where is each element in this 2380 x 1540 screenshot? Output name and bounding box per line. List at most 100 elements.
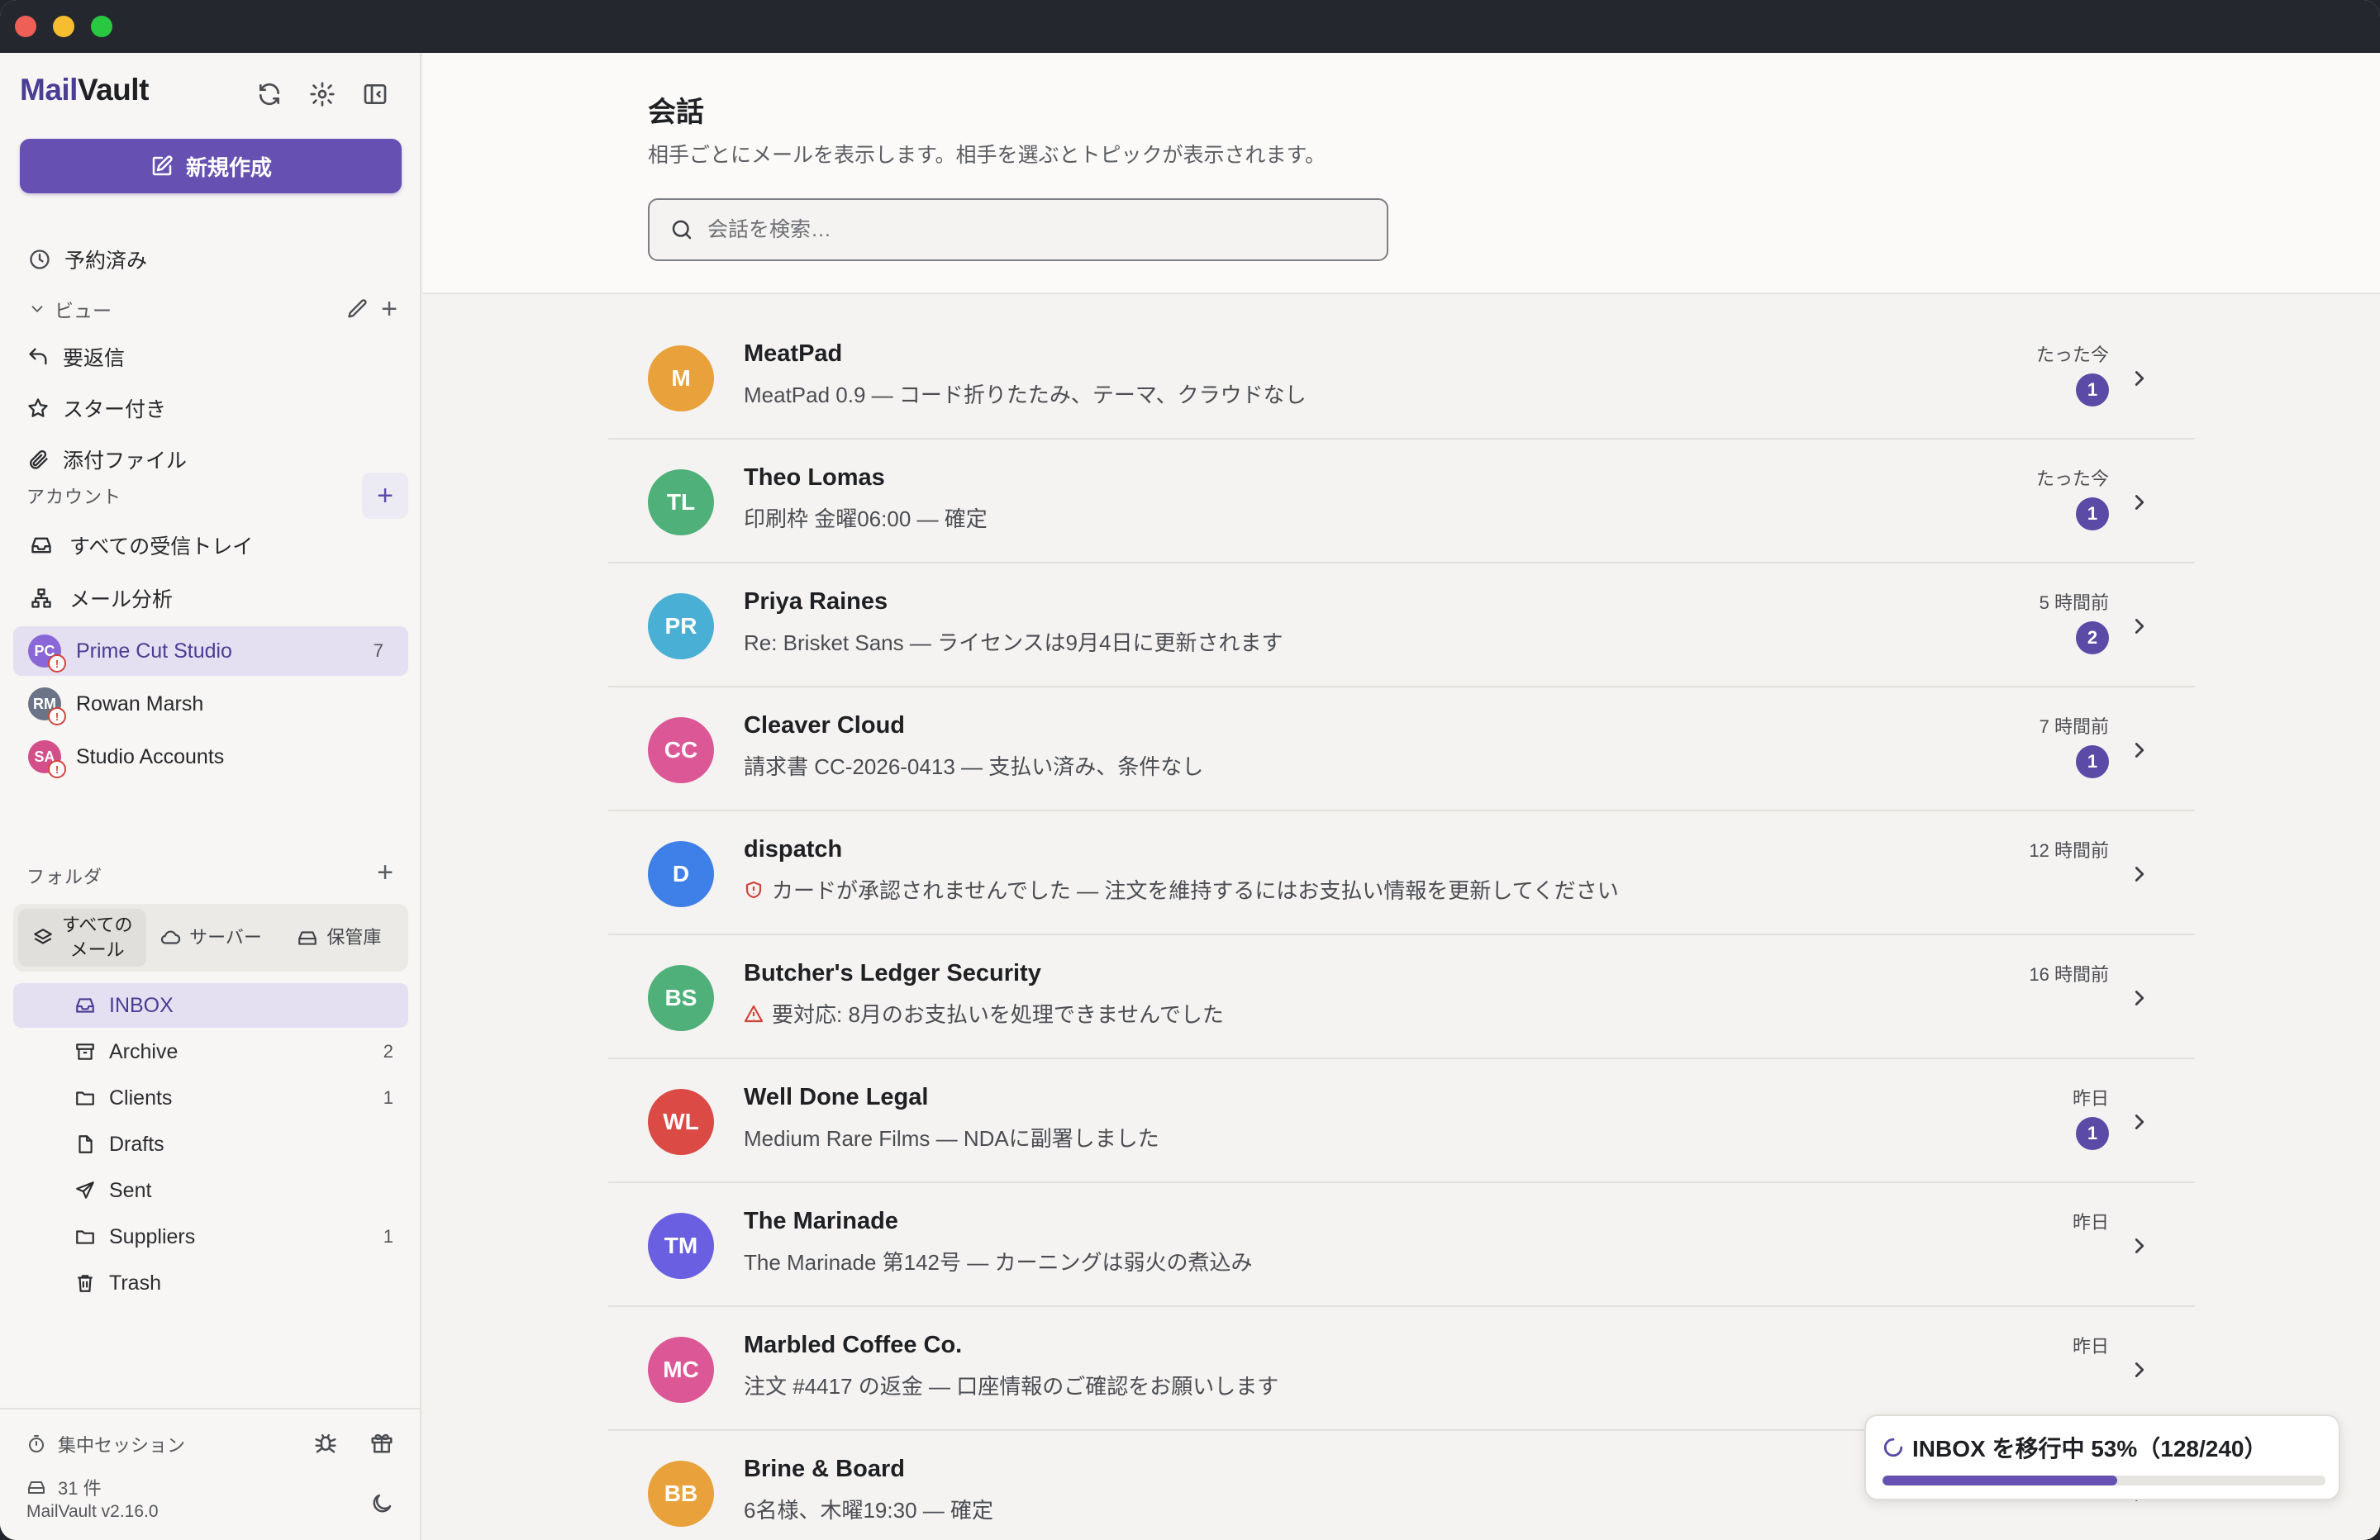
timer-icon [29, 1435, 44, 1452]
sidebar-item-account-studio-accounts[interactable]: SA! Studio Accounts [13, 732, 408, 782]
subject-line: 要対応: 8月のお支払いを処理できませんでした [744, 998, 1224, 1029]
chevron-right-icon[interactable] [2127, 486, 2152, 519]
folder-item-suppliers[interactable]: Suppliers 1 [13, 1214, 408, 1259]
add-account-button[interactable]: + [362, 473, 408, 519]
compose-label: 新規作成 [185, 154, 272, 180]
sidebar-item-all-inboxes[interactable]: すべての受信トレイ [13, 520, 408, 570]
sidebar-item-mail-analytics[interactable]: メール分析 [13, 573, 408, 623]
folder-item-trash[interactable]: Trash [13, 1261, 408, 1305]
search-box[interactable] [648, 198, 1388, 261]
avatar: BB [648, 1461, 714, 1527]
sender-name: Butcher's Ledger Security [744, 960, 1041, 986]
compose-button[interactable]: 新規作成 [20, 139, 402, 193]
sender-name: dispatch [744, 836, 843, 863]
conversation-row[interactable]: BS Butcher's Ledger Security 要対応: 8月のお支払… [608, 935, 2195, 1059]
avatar: TL [648, 469, 714, 535]
sync-button[interactable] [253, 78, 286, 111]
focus-session-button[interactable]: 集中セッション [26, 1431, 185, 1457]
conversation-row[interactable]: WL Well Done Legal Medium Rare Films — N… [608, 1059, 2195, 1183]
sender-name: Well Done Legal [744, 1084, 929, 1110]
gear-icon [310, 82, 335, 107]
avatar: RM! [28, 687, 66, 725]
segment-server[interactable]: サーバー [146, 909, 274, 967]
bug-icon [315, 1434, 336, 1453]
settings-button[interactable] [306, 78, 339, 111]
reply-icon [29, 348, 47, 365]
search-input[interactable] [707, 217, 1352, 242]
add-folder-button[interactable]: + [362, 849, 408, 896]
conversation-row[interactable]: PR Priya Raines Re: Brisket Sans — ライセンス… [608, 563, 2195, 687]
subject-line: 印刷枠 金曜06:00 — 確定 [744, 506, 988, 531]
hard-drive-icon [298, 931, 317, 945]
subject-line: 請求書 CC-2026-0413 — 支払い済み、条件なし [744, 754, 1204, 779]
unread-count: 7 [373, 640, 383, 661]
search-icon [672, 220, 692, 240]
close-window-button[interactable] [15, 16, 36, 37]
inbox-icon [76, 998, 94, 1013]
hard-drive-icon [28, 1481, 45, 1494]
conversation-row[interactable]: TL Theo Lomas 印刷枠 金曜06:00 — 確定 たった今 1 [608, 440, 2195, 563]
sender-name: Cleaver Cloud [744, 712, 905, 739]
chevron-right-icon[interactable] [2127, 1105, 2152, 1138]
sender-name: MeatPad [744, 340, 843, 367]
conversation-row[interactable]: D dispatch カードが承認されませんでした — 注文を維持するにはお支払… [608, 811, 2195, 935]
sidebar-item-needs-reply[interactable]: 要返信 [13, 332, 408, 382]
add-view-button[interactable]: + [369, 286, 410, 332]
subject-line: Medium Rare Films — NDAに副署しました [744, 1126, 1159, 1151]
gift-icon [371, 1433, 393, 1453]
timestamp: たった今 [2035, 468, 2109, 489]
folder-item-drafts[interactable]: Drafts [13, 1122, 408, 1167]
app-window: MailVault 新規作成 予約済み ビュー + 要返信 スター付き 添付ファ… [0, 0, 2380, 1540]
avatar: D [648, 841, 714, 907]
plus-icon: + [377, 479, 393, 511]
main-header: 会話 相手ごとにメールを表示します。相手を選ぶとトピックが表示されます。 [423, 53, 2380, 294]
chevron-right-icon[interactable] [2127, 982, 2152, 1015]
timestamp: たった今 [2035, 345, 2109, 365]
sidebar-footer: 集中セッション 31 件 MailVault v2.16.0 [0, 1408, 420, 1540]
folder-item-inbox[interactable]: INBOX [13, 983, 408, 1028]
avatar: PC! [28, 635, 66, 673]
folder-item-archive[interactable]: Archive 2 [13, 1029, 408, 1074]
avatar: SA! [28, 740, 66, 778]
sender-name: Brine & Board [744, 1456, 905, 1482]
folder-item-sent[interactable]: Sent [13, 1168, 408, 1213]
migration-label: INBOX を移行中 53%（128/240） [1912, 1436, 2268, 1462]
collapse-sidebar-button[interactable] [359, 78, 392, 111]
inbox-icon [31, 537, 51, 554]
dark-mode-toggle[interactable] [365, 1487, 398, 1520]
sidebar-item-scheduled[interactable]: 予約済み [13, 235, 408, 284]
zoom-window-button[interactable] [91, 16, 112, 37]
chevron-right-icon[interactable] [2127, 734, 2152, 767]
subject-line: 注文 #4417 の返金 — 口座情報のご確認をお願いします [744, 1374, 1279, 1399]
hierarchy-icon [31, 588, 51, 608]
conversation-row[interactable]: M MeatPad MeatPad 0.9 — コード折りたたみ、テーマ、クラウ… [608, 316, 2195, 440]
segment-vault[interactable]: 保管庫 [275, 909, 403, 967]
app-version: MailVault v2.16.0 [26, 1502, 159, 1521]
chevron-right-icon[interactable] [2127, 1353, 2152, 1386]
conversation-row[interactable]: CC Cleaver Cloud 請求書 CC-2026-0413 — 支払い済… [608, 687, 2195, 811]
avatar: M [648, 345, 714, 411]
conversation-row[interactable]: TM The Marinade The Marinade 第142号 — カーニ… [608, 1183, 2195, 1307]
chevron-right-icon[interactable] [2127, 362, 2152, 395]
refresh-icon [259, 83, 279, 106]
timestamp: 5 時間前 [2039, 592, 2109, 613]
sidebar-item-attachments[interactable]: 添付ファイル [13, 435, 408, 484]
chevron-right-icon[interactable] [2127, 858, 2152, 891]
subject-line: 6名様、木曜19:30 — 確定 [744, 1498, 993, 1523]
avatar: BS [648, 965, 714, 1031]
segment-all-mail[interactable]: すべての メール [18, 909, 147, 967]
minimize-window-button[interactable] [53, 16, 74, 37]
debug-button[interactable] [309, 1426, 342, 1459]
folder-item-clients[interactable]: Clients 1 [13, 1076, 408, 1120]
timestamp: 16 時間前 [2029, 964, 2109, 985]
sidebar-item-starred[interactable]: スター付き [13, 383, 408, 433]
avatar: MC [648, 1337, 714, 1403]
avatar: WL [648, 1089, 714, 1155]
conversation-row[interactable]: MC Marbled Coffee Co. 注文 #4417 の返金 — 口座情… [608, 1307, 2195, 1431]
chevron-right-icon[interactable] [2127, 610, 2152, 643]
sidebar-item-account-prime-cut-studio[interactable]: PC! Prime Cut Studio 7 [13, 626, 408, 676]
sidebar-item-account-rowan-marsh[interactable]: RM! Rowan Marsh [13, 679, 408, 729]
whats-new-button[interactable] [365, 1426, 398, 1459]
spinner-icon [1883, 1438, 1903, 1457]
chevron-right-icon[interactable] [2127, 1229, 2152, 1262]
